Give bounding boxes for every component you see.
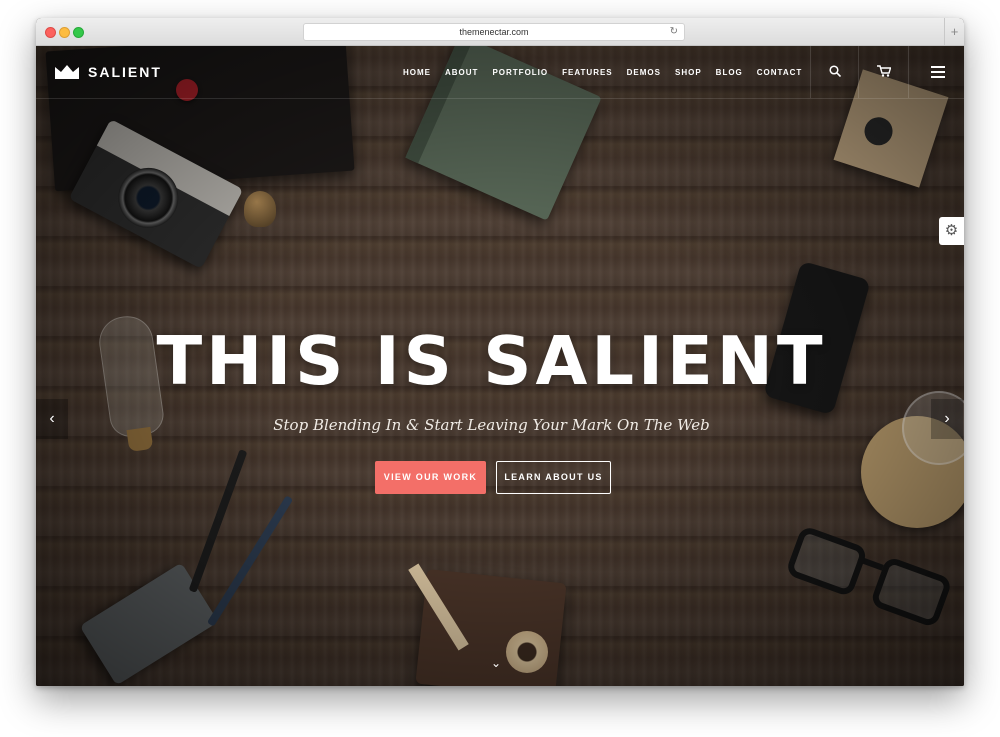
crown-logo-icon[interactable] xyxy=(55,65,79,79)
settings-gear-icon[interactable]: ⚙ xyxy=(939,217,964,245)
address-bar[interactable]: themenectar.com ↻ xyxy=(303,23,685,41)
hero-subtitle: Stop Blending In & Start Leaving Your Ma… xyxy=(273,416,710,434)
menu-item-home[interactable]: HOME xyxy=(403,68,431,77)
site-header: SALIENT HOME ABOUT PORTFOLIO FEATURES DE… xyxy=(36,46,964,99)
browser-toolbar: themenectar.com ↻ + xyxy=(36,18,964,46)
menu-item-blog[interactable]: BLOG xyxy=(716,68,743,77)
nav-divider xyxy=(810,46,811,98)
learn-about-us-button[interactable]: LEARN ABOUT US xyxy=(496,461,611,494)
search-icon[interactable] xyxy=(829,65,841,77)
menu-item-about[interactable]: ABOUT xyxy=(445,68,478,77)
menu-item-shop[interactable]: SHOP xyxy=(675,68,702,77)
nav-divider xyxy=(858,46,859,98)
hero-section: SALIENT HOME ABOUT PORTFOLIO FEATURES DE… xyxy=(36,46,964,686)
address-text: themenectar.com xyxy=(459,27,529,37)
menu-item-demos[interactable]: DEMOS xyxy=(627,68,661,77)
cart-icon[interactable] xyxy=(877,65,891,77)
hamburger-bar xyxy=(931,66,945,68)
close-window-button[interactable] xyxy=(45,27,56,38)
minimize-window-button[interactable] xyxy=(59,27,70,38)
zoom-window-button[interactable] xyxy=(73,27,84,38)
browser-window: themenectar.com ↻ + SALIENT HOME ABOUT P… xyxy=(36,18,964,686)
menu-item-features[interactable]: FEATURES xyxy=(562,68,613,77)
hamburger-bar xyxy=(931,71,945,73)
nav-divider xyxy=(908,46,909,98)
view-our-work-button[interactable]: VIEW OUR WORK xyxy=(375,461,486,494)
menu-toggle-icon[interactable] xyxy=(931,66,945,81)
hamburger-bar xyxy=(931,76,945,78)
scroll-down-icon[interactable]: ⌄ xyxy=(491,656,501,670)
main-menu: HOME ABOUT PORTFOLIO FEATURES DEMOS SHOP… xyxy=(403,68,802,77)
menu-item-contact[interactable]: CONTACT xyxy=(757,68,803,77)
site-logo[interactable]: SALIENT xyxy=(88,64,162,80)
hero-title: THIS IS SALIENT xyxy=(156,322,827,400)
menu-item-portfolio[interactable]: PORTFOLIO xyxy=(492,68,548,77)
reload-icon[interactable]: ↻ xyxy=(670,24,678,40)
new-tab-button[interactable]: + xyxy=(944,18,964,45)
